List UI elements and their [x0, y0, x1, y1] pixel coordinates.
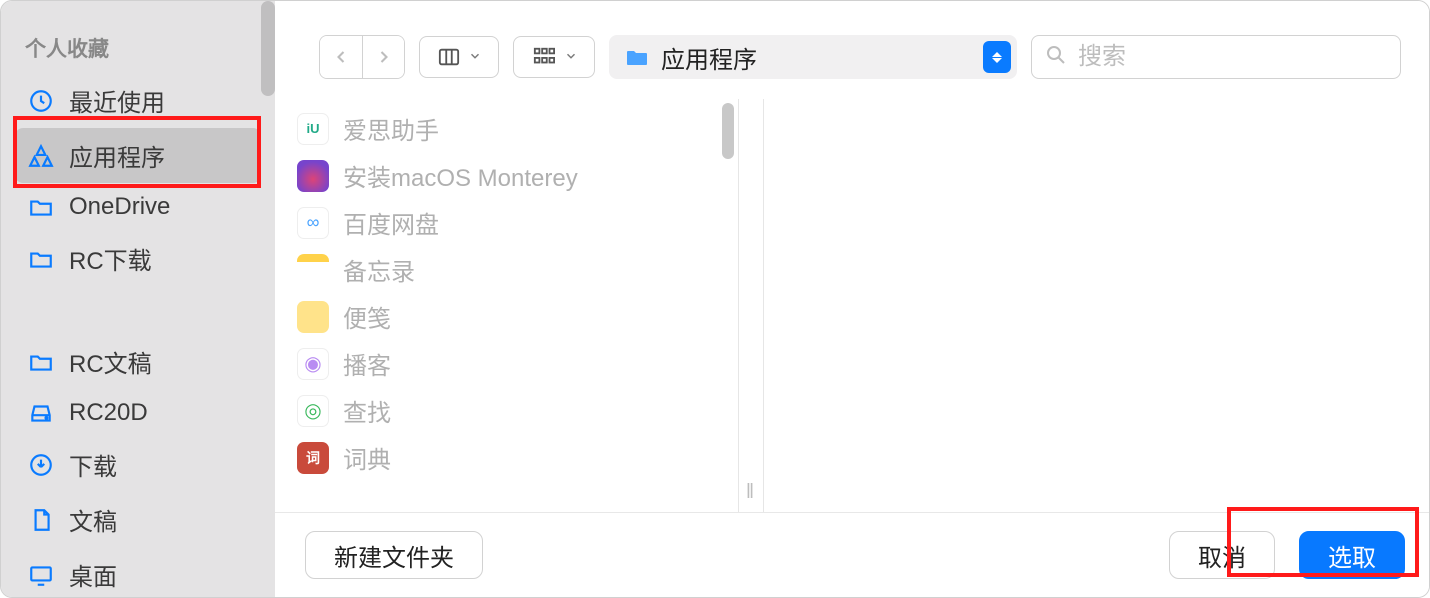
- sidebar-item-label: RC下载: [69, 241, 152, 276]
- chevron-down-icon: [468, 49, 482, 66]
- sidebar-item-label: 文稿: [69, 502, 117, 537]
- forward-button[interactable]: [362, 36, 404, 78]
- sidebar-item-label: 最近使用: [69, 83, 165, 118]
- sidebar-item-applications[interactable]: 应用程序: [15, 128, 261, 183]
- location-dropdown[interactable]: 应用程序: [609, 35, 1017, 79]
- applications-icon: [27, 142, 55, 170]
- app-icon: [297, 301, 329, 333]
- sidebar-item-label: OneDrive: [69, 193, 170, 221]
- sidebar-item-label: RC文稿: [69, 344, 152, 379]
- footer: 新建文件夹 取消 选取: [275, 512, 1429, 597]
- file-row[interactable]: iU 爱思助手: [275, 105, 738, 152]
- file-row[interactable]: 备忘录: [275, 246, 738, 293]
- file-row[interactable]: 安装macOS Monterey: [275, 152, 738, 199]
- location-label: 应用程序: [661, 40, 973, 75]
- file-label: 百度网盘: [343, 205, 439, 240]
- folder-icon: [27, 348, 55, 376]
- sidebar-item-rc-documents[interactable]: RC文稿: [15, 334, 261, 389]
- sidebar-scrollbar[interactable]: [261, 1, 275, 96]
- document-icon: [27, 506, 55, 534]
- view-columns-button[interactable]: [419, 36, 499, 78]
- toolbar: 应用程序: [275, 1, 1429, 99]
- sidebar-item-label: 桌面: [69, 557, 117, 592]
- file-row[interactable]: ◉ 播客: [275, 340, 738, 387]
- sidebar-item-rc-downloads[interactable]: RC下载: [15, 231, 261, 286]
- choose-button[interactable]: 选取: [1299, 531, 1405, 579]
- file-row[interactable]: 便笺: [275, 293, 738, 340]
- content-area: iU 爱思助手 安装macOS Monterey ∞ 百度网盘 备忘录: [275, 99, 1429, 512]
- app-icon: ◉: [297, 348, 329, 380]
- sidebar: 个人收藏 最近使用 应用程序 OneDrive RC下载: [1, 1, 275, 597]
- cancel-button[interactable]: 取消: [1169, 531, 1275, 579]
- preview-pane: [763, 99, 1429, 512]
- file-column: iU 爱思助手 安装macOS Monterey ∞ 百度网盘 备忘录: [275, 99, 739, 512]
- file-label: 词典: [343, 440, 391, 475]
- sidebar-item-documents[interactable]: 文稿: [15, 492, 261, 547]
- sidebar-item-onedrive[interactable]: OneDrive: [15, 183, 261, 231]
- column-scrollbar[interactable]: [722, 103, 734, 159]
- desktop-icon: [27, 561, 55, 589]
- search-input[interactable]: [1078, 43, 1388, 71]
- chevron-down-icon: [564, 49, 578, 66]
- file-label: 爱思助手: [343, 111, 439, 146]
- folder-icon: [27, 245, 55, 273]
- column-resize-handle[interactable]: ‖: [739, 99, 763, 512]
- app-icon: ◎: [297, 395, 329, 427]
- file-label: 安装macOS Monterey: [343, 158, 578, 193]
- sidebar-item-recents[interactable]: 最近使用: [15, 73, 261, 128]
- app-icon: [297, 160, 329, 192]
- location-stepper-icon: [983, 41, 1011, 73]
- disk-icon: [27, 399, 55, 427]
- group-by-button[interactable]: [513, 36, 595, 78]
- sidebar-item-label: 应用程序: [69, 138, 165, 173]
- new-folder-button[interactable]: 新建文件夹: [305, 531, 483, 579]
- file-label: 备忘录: [343, 252, 415, 287]
- sidebar-item-rc20d[interactable]: RC20D: [15, 389, 261, 437]
- app-icon: ∞: [297, 207, 329, 239]
- sidebar-item-label: 下载: [69, 447, 117, 482]
- sidebar-item-label: RC20D: [69, 399, 148, 427]
- file-label: 便笺: [343, 299, 391, 334]
- sidebar-item-downloads[interactable]: 下载: [15, 437, 261, 492]
- main-area: 应用程序 iU 爱思助手 安装: [275, 1, 1429, 597]
- sidebar-section-favorites: 个人收藏: [25, 33, 251, 63]
- app-icon: [297, 254, 329, 286]
- app-icon: 词: [297, 442, 329, 474]
- back-button[interactable]: [320, 36, 362, 78]
- sidebar-item-desktop[interactable]: 桌面: [15, 547, 261, 597]
- file-label: 查找: [343, 393, 391, 428]
- file-row[interactable]: ◎ 查找: [275, 387, 738, 434]
- nav-group: [319, 35, 405, 79]
- file-row[interactable]: ∞ 百度网盘: [275, 199, 738, 246]
- search-box[interactable]: [1031, 35, 1401, 79]
- folder-icon: [623, 45, 651, 69]
- file-label: 播客: [343, 346, 391, 381]
- clock-icon: [27, 87, 55, 115]
- folder-icon: [27, 193, 55, 221]
- search-icon: [1044, 43, 1068, 72]
- download-icon: [27, 451, 55, 479]
- file-row[interactable]: 词 词典: [275, 434, 738, 481]
- app-icon: iU: [297, 113, 329, 145]
